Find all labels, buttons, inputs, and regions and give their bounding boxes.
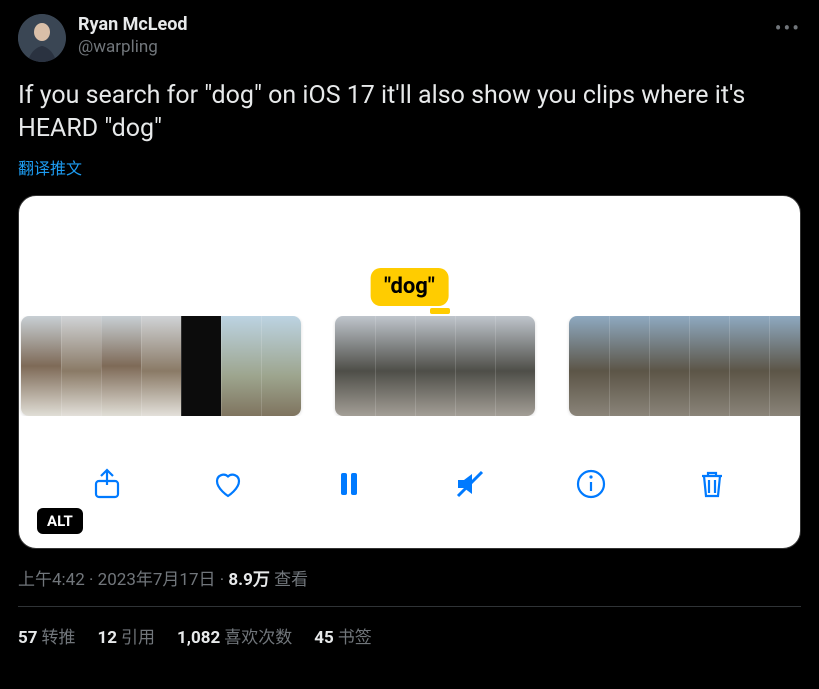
media-toolbar [19, 454, 800, 514]
heart-icon[interactable] [208, 464, 248, 504]
timeline-frame [61, 316, 101, 416]
stats-row: 57转推 12引用 1,082喜欢次数 45书签 [18, 623, 801, 648]
translate-link[interactable]: 翻译推文 [18, 155, 82, 179]
timeline-frame [769, 316, 800, 416]
timeline-frame [609, 316, 649, 416]
video-timeline[interactable] [19, 316, 800, 416]
avatar[interactable] [18, 14, 66, 62]
alt-badge[interactable]: ALT [37, 508, 83, 534]
clip-group-1[interactable] [21, 316, 301, 416]
clip-group-2[interactable] [335, 316, 535, 416]
timeline-frame [375, 316, 415, 416]
tweet-text: If you search for "dog" on iOS 17 it'll … [18, 80, 801, 145]
timeline-frame [141, 316, 181, 416]
tweet-container: Ryan McLeod @warpling ••• If you search … [0, 0, 819, 648]
time: 上午4:42 [18, 570, 85, 590]
clip-group-3[interactable] [569, 316, 800, 416]
tweet-header: Ryan McLeod @warpling ••• [18, 14, 801, 62]
timeline-frame [221, 316, 261, 416]
search-caret-marker [430, 308, 450, 314]
search-term-chip: "dog" [370, 268, 449, 306]
stat-retweets[interactable]: 57转推 [18, 623, 76, 648]
timeline-frame [335, 316, 375, 416]
timeline-frame [569, 316, 609, 416]
media-card[interactable]: "dog" [18, 195, 801, 549]
share-icon[interactable] [87, 464, 127, 504]
mute-icon[interactable] [450, 464, 490, 504]
stat-quotes[interactable]: 12引用 [98, 623, 156, 648]
timeline-frame [649, 316, 689, 416]
views-count: 8.9万 [228, 570, 269, 590]
timeline-frame [21, 316, 61, 416]
views-label: 查看 [274, 570, 308, 590]
pause-icon[interactable] [329, 464, 369, 504]
info-icon[interactable] [571, 464, 611, 504]
stat-likes[interactable]: 1,082喜欢次数 [177, 623, 292, 648]
timeline-frame [415, 316, 455, 416]
display-name: Ryan McLeod [78, 14, 188, 37]
timeline-frame [689, 316, 729, 416]
timeline-frame [729, 316, 769, 416]
author-names[interactable]: Ryan McLeod @warpling [78, 14, 188, 58]
date: 2023年7月17日 [98, 570, 216, 590]
timestamp-line[interactable]: 上午4:42 · 2023年7月17日 · 8.9万 查看 [18, 565, 801, 590]
divider [18, 606, 801, 607]
timeline-frame [495, 316, 535, 416]
timeline-frame [455, 316, 495, 416]
trash-icon[interactable] [692, 464, 732, 504]
handle: @warpling [78, 37, 188, 58]
timeline-frame [181, 316, 221, 416]
more-icon[interactable]: ••• [775, 16, 801, 40]
timeline-frame [261, 316, 301, 416]
timeline-frame [101, 316, 141, 416]
stat-bookmarks[interactable]: 45书签 [314, 623, 372, 648]
